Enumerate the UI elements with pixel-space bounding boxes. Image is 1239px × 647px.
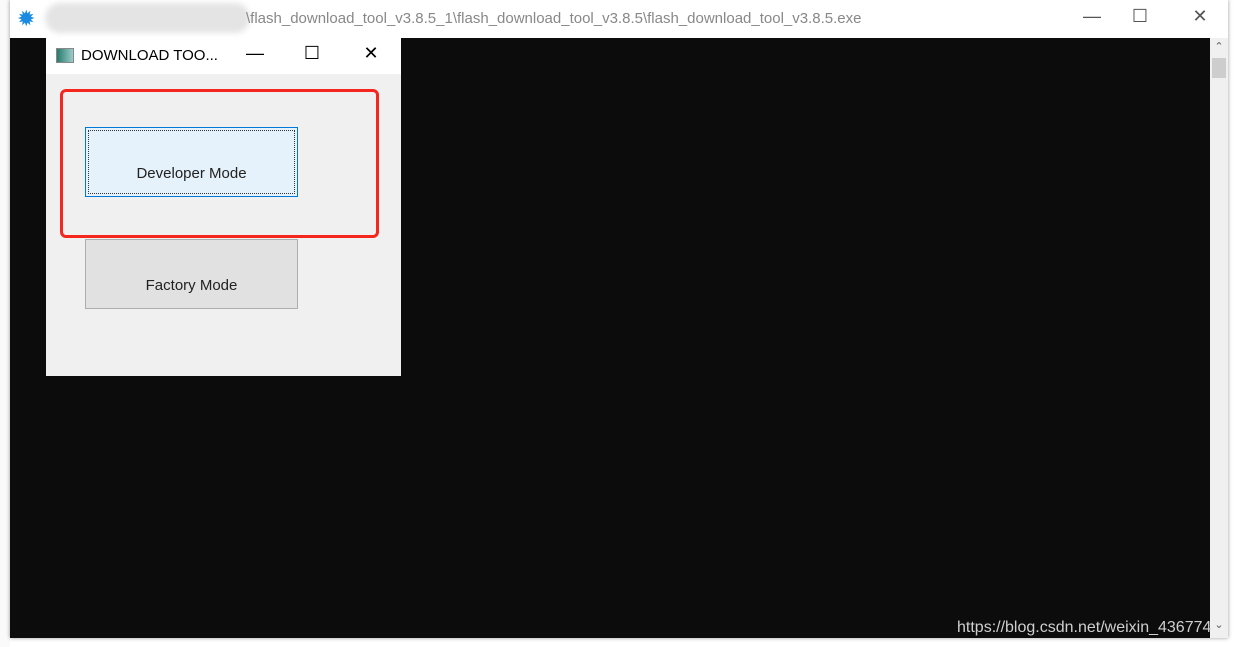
dialog-minimize-button[interactable]: — <box>240 43 270 64</box>
watermark: https://blog.csdn.net/weixin_436774 <box>957 619 1212 636</box>
download-tool-dialog: DOWNLOAD TOO... — ☐ ✕ Developer Mode Fac… <box>46 37 401 376</box>
background-page-right <box>1228 0 1239 647</box>
close-button[interactable]: ✕ <box>1180 6 1220 27</box>
maximize-button[interactable]: ☐ <box>1120 6 1160 27</box>
main-titlebar: ✹ \flash_download_tool_v3.8.5_1\flash_do… <box>10 0 1228 38</box>
highlight-box <box>60 89 379 238</box>
scroll-down-icon[interactable]: ⌄ <box>1210 618 1228 631</box>
gear-icon: ✹ <box>17 6 36 31</box>
scroll-up-icon[interactable]: ⌃ <box>1210 40 1228 53</box>
blurred-path <box>45 3 250 33</box>
dialog-maximize-button[interactable]: ☐ <box>297 43 327 64</box>
factory-mode-button[interactable]: Factory Mode <box>85 239 298 309</box>
background-page-left <box>0 0 10 647</box>
scrollbar[interactable]: ⌃ ⌄ <box>1210 38 1228 638</box>
scroll-thumb[interactable] <box>1212 58 1226 78</box>
app-icon <box>56 48 74 63</box>
minimize-button[interactable]: — <box>1072 6 1112 27</box>
dialog-title: DOWNLOAD TOO... <box>81 47 218 64</box>
main-window-title: \flash_download_tool_v3.8.5_1\flash_down… <box>246 10 862 27</box>
dialog-titlebar: DOWNLOAD TOO... — ☐ ✕ <box>46 37 401 74</box>
dialog-close-button[interactable]: ✕ <box>356 43 386 64</box>
